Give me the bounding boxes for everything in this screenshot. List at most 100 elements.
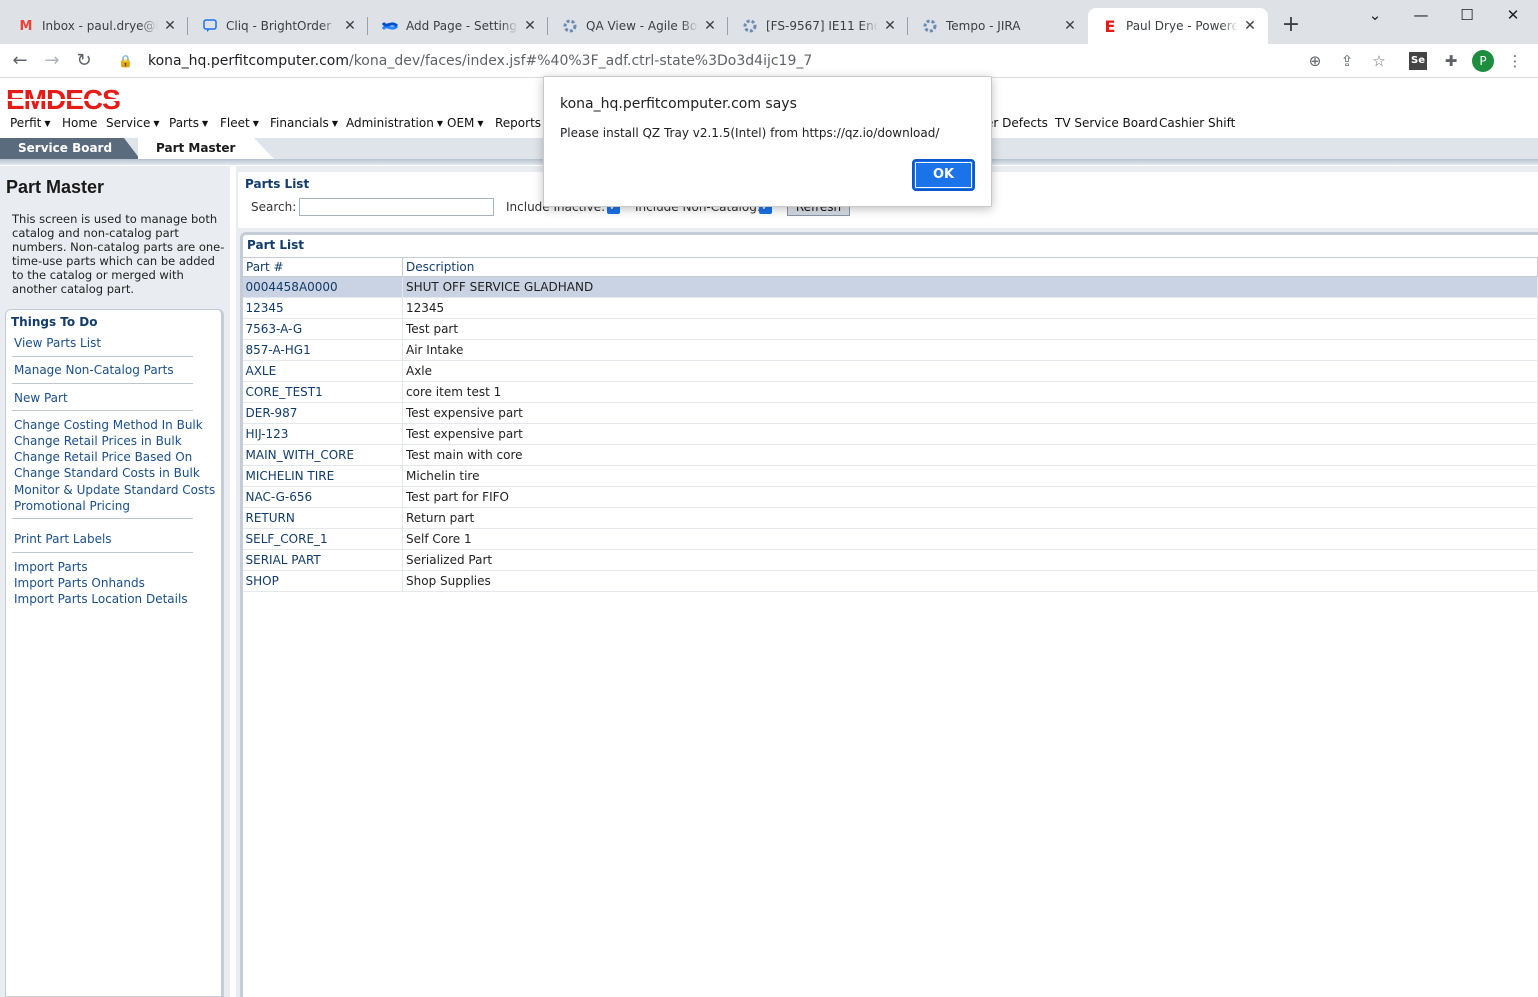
table-row[interactable]: MICHELIN TIRE Michelin tire xyxy=(242,465,1538,487)
link-new-part[interactable]: New Part xyxy=(14,391,68,405)
browser-tab-qa-view[interactable]: QA View - Agile Board ✕ xyxy=(548,8,728,44)
close-icon[interactable]: ✕ xyxy=(342,18,358,34)
close-icon[interactable]: ✕ xyxy=(1062,18,1078,34)
close-icon[interactable]: ✕ xyxy=(1242,18,1258,34)
description-cell: Self Core 1 xyxy=(402,528,1538,550)
close-icon[interactable]: ✕ xyxy=(162,18,178,34)
maximize-button[interactable]: ☐ xyxy=(1444,2,1490,30)
link-monitor-standard-costs[interactable]: Monitor & Update Standard Costs xyxy=(14,483,215,497)
browser-tab-tempo[interactable]: Tempo - JIRA ✕ xyxy=(908,8,1088,44)
browser-tab-confluence[interactable]: Add Page - Setting Up ✕ xyxy=(368,8,548,44)
table-row[interactable]: 7563-A-G Test part xyxy=(242,318,1538,340)
browser-tab-gmail[interactable]: M Inbox - paul.drye@bri ✕ xyxy=(4,8,188,44)
zoom-icon[interactable]: ⊕ xyxy=(1305,51,1325,71)
part-number-cell[interactable]: AXLE xyxy=(242,360,403,382)
browser-tab-emdecs[interactable]: E Paul Drye - Powered b ✕ xyxy=(1088,8,1268,44)
close-window-button[interactable]: ✕ xyxy=(1490,2,1536,30)
share-icon[interactable]: ⇪ xyxy=(1337,51,1357,71)
extensions-puzzle-icon[interactable]: ✚ xyxy=(1441,51,1461,71)
menu-service[interactable]: Service ▼ xyxy=(106,116,160,130)
part-number-cell[interactable]: CORE_TEST1 xyxy=(242,381,403,403)
table-row[interactable]: NAC-G-656 Test part for FIFO xyxy=(242,486,1538,508)
part-number-cell[interactable]: 12345 xyxy=(242,297,403,319)
close-icon[interactable]: ✕ xyxy=(702,18,718,34)
tab-part-master[interactable]: Part Master xyxy=(138,138,274,159)
part-number-cell[interactable]: DER-987 xyxy=(242,402,403,424)
search-input[interactable] xyxy=(299,198,494,216)
divider xyxy=(12,518,193,519)
table-row[interactable]: SHOP Shop Supplies xyxy=(242,570,1538,592)
part-number-cell[interactable]: MICHELIN TIRE xyxy=(242,465,403,487)
address-bar[interactable]: 🔒 kona_hq.perfitcomputer.com/kona_dev/fa… xyxy=(108,46,1404,76)
menu-financials[interactable]: Financials ▼ xyxy=(270,116,338,130)
part-number-cell[interactable]: 857-A-HG1 xyxy=(242,339,403,361)
link-manage-non-catalog-parts[interactable]: Manage Non-Catalog Parts xyxy=(14,363,174,377)
table-row[interactable]: MAIN_WITH_CORE Test main with core xyxy=(242,444,1538,466)
tab-service-board[interactable]: Service Board xyxy=(0,138,140,159)
forward-arrow-icon[interactable]: → xyxy=(40,49,64,73)
link-import-parts[interactable]: Import Parts xyxy=(14,560,88,574)
table-row[interactable]: HIJ-123 Test expensive part xyxy=(242,423,1538,445)
menu-parts[interactable]: Parts ▼ xyxy=(169,116,208,130)
close-icon[interactable]: ✕ xyxy=(522,18,538,34)
link-change-standard-costs[interactable]: Change Standard Costs in Bulk xyxy=(14,466,200,480)
table-row[interactable]: 12345 12345 xyxy=(242,297,1538,319)
close-icon[interactable]: ✕ xyxy=(882,18,898,34)
menu-home[interactable]: Home xyxy=(62,116,97,130)
part-number-cell[interactable]: 0004458A0000 xyxy=(242,276,403,298)
table-row[interactable]: 0004458A0000 SHUT OFF SERVICE GLADHAND xyxy=(242,276,1538,298)
selenium-extension-icon[interactable]: Se xyxy=(1409,52,1427,70)
bookmark-star-icon[interactable]: ☆ xyxy=(1369,51,1389,71)
browser-tab-fs-9567[interactable]: [FS-9567] IE11 End of ✕ xyxy=(728,8,908,44)
description-cell: Test expensive part xyxy=(402,423,1538,445)
table-row[interactable]: RETURN Return part xyxy=(242,507,1538,529)
caret-down-icon: ▼ xyxy=(153,119,160,128)
part-number-cell[interactable]: SERIAL PART xyxy=(242,549,403,571)
more-menu-icon[interactable]: ⋮ xyxy=(1505,51,1525,71)
browser-tab-cliq[interactable]: Cliq - BrightOrder ✕ xyxy=(188,8,368,44)
link-print-part-labels[interactable]: Print Part Labels xyxy=(14,532,112,546)
menu-tv-service-board[interactable]: TV Service Board xyxy=(1055,116,1158,130)
menu-oem[interactable]: OEM ▼ xyxy=(447,116,484,130)
ok-button[interactable]: OK xyxy=(912,159,975,191)
profile-avatar[interactable]: P xyxy=(1472,50,1494,72)
link-change-retail-prices[interactable]: Change Retail Prices in Bulk xyxy=(14,434,182,448)
link-change-retail-price-based-on[interactable]: Change Retail Price Based On xyxy=(14,450,192,464)
link-change-costing-method[interactable]: Change Costing Method In Bulk xyxy=(14,418,203,432)
table-row[interactable]: AXLE Axle xyxy=(242,360,1538,382)
part-number-cell[interactable]: 7563-A-G xyxy=(242,318,403,340)
column-header-part-number[interactable]: Part # xyxy=(242,257,403,277)
part-number-cell[interactable]: MAIN_WITH_CORE xyxy=(242,444,403,466)
link-import-parts-location[interactable]: Import Parts Location Details xyxy=(14,592,188,606)
table-row[interactable]: DER-987 Test expensive part xyxy=(242,402,1538,424)
menu-fleet[interactable]: Fleet ▼ xyxy=(220,116,259,130)
table-row[interactable]: SELF_CORE_1 Self Core 1 xyxy=(242,528,1538,550)
tab-title: Cliq - BrightOrder xyxy=(226,19,332,33)
part-list-title: Part List xyxy=(247,238,305,252)
description-cell: Test part for FIFO xyxy=(402,486,1538,508)
table-row[interactable]: SERIAL PART Serialized Part xyxy=(242,549,1538,571)
menu-administration[interactable]: Administration ▼ xyxy=(346,116,443,130)
link-view-parts-list[interactable]: View Parts List xyxy=(14,336,101,350)
part-number-cell[interactable]: NAC-G-656 xyxy=(242,486,403,508)
column-header-description[interactable]: Description xyxy=(402,257,1538,277)
part-number-cell[interactable]: RETURN xyxy=(242,507,403,529)
tab-search-icon[interactable]: ⌄ xyxy=(1352,2,1398,30)
menu-reports[interactable]: Reports▼ xyxy=(495,116,550,130)
description-cell: Serialized Part xyxy=(402,549,1538,571)
link-promotional-pricing[interactable]: Promotional Pricing xyxy=(14,499,130,513)
minimize-button[interactable]: — xyxy=(1398,2,1444,30)
part-number-cell[interactable]: SELF_CORE_1 xyxy=(242,528,403,550)
back-arrow-icon[interactable]: ← xyxy=(8,49,32,73)
table-row[interactable]: 857-A-HG1 Air Intake xyxy=(242,339,1538,361)
part-number-cell[interactable]: SHOP xyxy=(242,570,403,592)
table-row[interactable]: CORE_TEST1 core item test 1 xyxy=(242,381,1538,403)
new-tab-button[interactable]: + xyxy=(1278,12,1304,40)
menu-cashier-shift[interactable]: Cashier Shift xyxy=(1159,116,1235,130)
menu-perfit[interactable]: Perfit ▼ xyxy=(10,116,51,130)
link-import-parts-onhands[interactable]: Import Parts Onhands xyxy=(14,576,145,590)
menu-defects[interactable]: er Defects xyxy=(986,116,1048,130)
confluence-icon xyxy=(382,18,398,34)
reload-icon[interactable]: ↻ xyxy=(72,49,96,73)
part-number-cell[interactable]: HIJ-123 xyxy=(242,423,403,445)
